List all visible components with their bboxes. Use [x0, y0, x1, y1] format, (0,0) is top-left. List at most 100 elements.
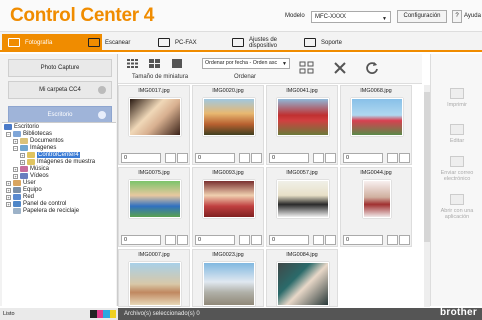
printer-icon — [450, 88, 464, 99]
spin-up-button[interactable] — [313, 235, 324, 245]
select-checkbox[interactable] — [251, 235, 262, 245]
image-card[interactable]: IMG0007.jpg — [118, 249, 190, 307]
spin-up-button[interactable] — [313, 153, 324, 163]
sort-select[interactable]: Ordenar por fecha - Orden asc ▼ — [202, 58, 290, 69]
tab-scan[interactable]: Escanear — [82, 34, 142, 51]
edit-button[interactable]: Editar — [431, 124, 482, 144]
image-thumbnail[interactable] — [363, 180, 391, 218]
tab-support[interactable]: Soporte — [298, 34, 358, 51]
select-checkbox[interactable] — [251, 153, 262, 163]
tab-device-settings[interactable]: Ajustes de dispositivo — [226, 34, 286, 51]
tree-item-music[interactable]: + Música — [13, 166, 49, 172]
tree-item-sample-images[interactable]: + Imágenes de muestra — [20, 159, 95, 165]
print-count-input[interactable]: 0 — [121, 153, 161, 163]
spin-up-button[interactable] — [239, 153, 250, 163]
image-name: IMG0044.jpg — [360, 170, 392, 176]
photo-capture-button[interactable]: Photo Capture — [8, 59, 112, 77]
select-checkbox[interactable] — [325, 235, 336, 245]
expand-icon[interactable]: + — [6, 187, 11, 193]
tree-item-desktop[interactable]: Escritorio — [4, 124, 39, 130]
spin-up-button[interactable] — [387, 153, 398, 163]
medium-thumbnail-icon[interactable] — [148, 58, 162, 69]
print-count-input[interactable]: 0 — [195, 153, 235, 163]
select-checkbox[interactable] — [325, 153, 336, 163]
image-thumbnail[interactable] — [129, 98, 181, 136]
tree-item-documents[interactable]: + Documentos — [13, 138, 64, 144]
tab-pcfax[interactable]: PC-FAX — [152, 34, 212, 51]
image-card[interactable]: IMG0020.jpg 0 — [192, 85, 264, 165]
tree-item-controlcenter4[interactable]: + ControlCenter4 — [20, 152, 80, 158]
collapse-icon[interactable]: − — [13, 145, 18, 151]
edit-label: Editar — [449, 138, 465, 144]
image-thumbnail[interactable] — [203, 262, 255, 306]
print-count-input[interactable]: 0 — [343, 153, 383, 163]
tree-item-network[interactable]: + Red — [6, 194, 34, 200]
tree-item-recycle-bin[interactable]: Papelera de reciclaje — [13, 208, 79, 214]
image-thumbnail[interactable] — [203, 98, 255, 136]
image-card[interactable]: IMG0023.jpg — [192, 249, 264, 307]
spin-up-button[interactable] — [165, 153, 176, 163]
help-label[interactable]: Ayuda — [464, 13, 481, 19]
select-checkbox[interactable] — [399, 235, 410, 245]
print-count-input[interactable]: 0 — [195, 235, 235, 245]
print-count-input[interactable]: 0 — [121, 235, 161, 245]
image-card[interactable]: IMG0075.jpg 0 — [118, 167, 190, 247]
tree-item-images[interactable]: − Imágenes — [13, 145, 56, 151]
spin-up-button[interactable] — [239, 235, 250, 245]
expand-icon[interactable]: + — [6, 180, 11, 186]
image-card[interactable]: IMG0093.jpg 0 — [192, 167, 264, 247]
expand-icon[interactable]: + — [13, 173, 18, 179]
image-card[interactable]: IMG0044.jpg 0 — [340, 167, 412, 247]
image-thumbnail[interactable] — [277, 98, 329, 136]
select-checkbox[interactable] — [399, 153, 410, 163]
refresh-icon[interactable] — [364, 60, 380, 76]
expand-icon[interactable]: + — [20, 152, 25, 158]
email-button[interactable]: Enviar correo electrónico — [431, 156, 482, 182]
print-count-input[interactable]: 0 — [269, 153, 309, 163]
expand-icon[interactable]: + — [13, 166, 18, 172]
print-count-input[interactable]: 0 — [343, 235, 383, 245]
video-icon — [20, 173, 28, 179]
expand-icon[interactable]: + — [13, 138, 18, 144]
image-thumbnail[interactable] — [351, 98, 403, 136]
expand-icon[interactable]: + — [6, 201, 11, 207]
spin-up-button[interactable] — [165, 235, 176, 245]
tree-item-computer[interactable]: + Equipo — [6, 187, 42, 193]
gear-icon[interactable] — [98, 86, 106, 94]
tree-item-videos[interactable]: + Vídeos — [13, 173, 49, 179]
model-select[interactable]: MFC-XXXX ▼ — [311, 11, 391, 23]
expand-icon[interactable]: + — [6, 194, 11, 200]
image-card[interactable]: IMG0017.jpg 0 — [118, 85, 190, 165]
print-count-input[interactable]: 0 — [269, 235, 309, 245]
select-all-icon[interactable] — [298, 60, 316, 76]
image-thumbnail[interactable] — [129, 262, 181, 306]
image-thumbnail[interactable] — [129, 180, 181, 218]
configuration-button[interactable]: Configuración — [397, 10, 447, 23]
tree-item-control-panel[interactable]: + Panel de control — [6, 201, 66, 207]
image-thumbnail[interactable] — [277, 262, 329, 306]
print-button[interactable]: Imprimir — [431, 88, 482, 108]
collapse-icon[interactable]: − — [6, 131, 11, 137]
tree-item-libraries[interactable]: − Bibliotecas — [6, 131, 52, 137]
my-folder-button[interactable]: Mi carpeta CC4 — [8, 81, 112, 99]
spin-up-button[interactable] — [387, 235, 398, 245]
select-checkbox[interactable] — [177, 153, 188, 163]
open-with-app-button[interactable]: Abrir con una aplicación — [431, 194, 482, 220]
folder-icon — [27, 159, 35, 165]
small-thumbnail-icon[interactable] — [126, 58, 140, 69]
images-icon — [20, 145, 28, 151]
image-thumbnail[interactable] — [277, 180, 329, 218]
image-thumbnail[interactable] — [203, 180, 255, 218]
select-checkbox[interactable] — [177, 235, 188, 245]
image-card[interactable]: IMG0041.jpg 0 — [266, 85, 338, 165]
clear-selection-icon[interactable] — [332, 60, 348, 76]
help-icon[interactable]: ? — [452, 10, 462, 23]
image-card[interactable]: IMG0057.jpg 0 — [266, 167, 338, 247]
tree-item-user[interactable]: + User — [6, 180, 36, 186]
gear-icon[interactable] — [98, 111, 106, 119]
expand-icon[interactable]: + — [20, 159, 25, 165]
large-thumbnail-icon[interactable] — [170, 58, 184, 69]
network-icon — [13, 194, 21, 200]
image-card[interactable]: IMG0084.jpg — [266, 249, 338, 307]
image-card[interactable]: IMG0068.jpg 0 — [340, 85, 412, 165]
